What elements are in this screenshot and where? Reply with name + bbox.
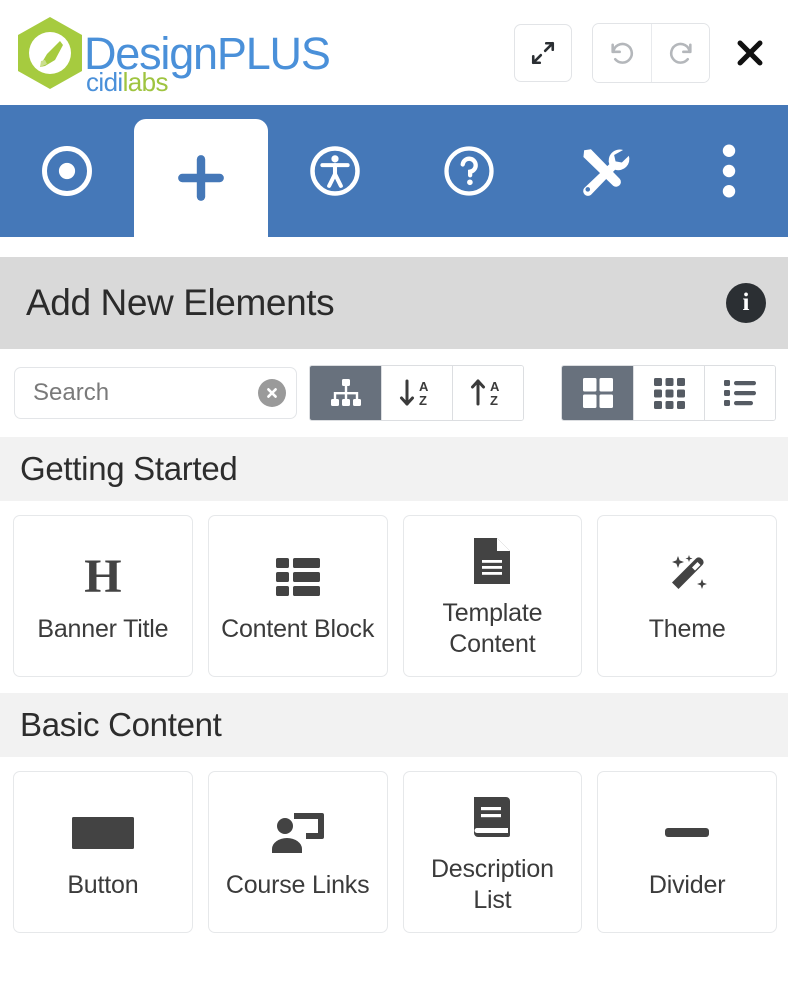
- undo-button[interactable]: [593, 23, 651, 82]
- redo-button[interactable]: [651, 23, 709, 82]
- card-grid-basic-content: Button Course Links Description List Div…: [0, 757, 788, 949]
- info-icon[interactable]: i: [726, 283, 766, 323]
- brand-wordmark: DesignPLUS cidilabs: [84, 29, 331, 95]
- section-title-basic-content: Basic Content: [0, 693, 788, 757]
- element-card-label: Banner Title: [37, 614, 169, 643]
- brand-logo: DesignPLUS cidilabs: [14, 15, 514, 95]
- book-icon: [472, 786, 512, 848]
- tab-target[interactable]: [0, 105, 134, 237]
- element-card-divider[interactable]: Divider: [597, 771, 777, 933]
- plus-icon: [173, 150, 229, 206]
- kebab-menu-icon: [721, 143, 737, 199]
- close-button[interactable]: [730, 25, 770, 81]
- magic-wand-icon: [662, 546, 712, 608]
- list-icon: [724, 380, 756, 406]
- course-links-person-screen-icon: [271, 802, 324, 864]
- element-card-button[interactable]: Button: [13, 771, 193, 933]
- sort-hierarchy-button[interactable]: [310, 366, 381, 420]
- sort-alpha-down-icon: A Z: [398, 377, 436, 409]
- search-input[interactable]: [14, 367, 297, 419]
- element-card-label: Course Links: [225, 870, 370, 899]
- window-controls: [514, 22, 770, 83]
- element-card-label: Divider: [648, 870, 726, 899]
- grid-2x2-icon: [582, 377, 614, 409]
- paintbrush-hexagon-logo-icon: [14, 15, 86, 91]
- grid-3x3-icon: [653, 377, 685, 409]
- element-card-label: Description List: [430, 855, 554, 914]
- heading-h-icon: H: [84, 549, 122, 603]
- section-title-getting-started: Getting Started: [0, 437, 788, 501]
- sort-alpha-up-icon: A Z: [469, 377, 507, 409]
- tab-help[interactable]: [402, 105, 536, 237]
- main-nav-tabs: [0, 105, 788, 237]
- sort-alpha-up-button[interactable]: A Z: [452, 366, 523, 420]
- svg-text:A: A: [419, 379, 429, 394]
- sitemap-icon: [330, 378, 362, 408]
- view-small-grid-button[interactable]: [633, 366, 704, 420]
- tab-tools[interactable]: [536, 105, 670, 237]
- element-card-label: Content Block: [221, 614, 375, 643]
- element-card-label: Theme: [648, 614, 726, 643]
- accessibility-person-icon: [308, 144, 362, 198]
- svg-text:Z: Z: [490, 393, 498, 408]
- brand-subtitle-second: labs: [122, 66, 169, 97]
- svg-text:A: A: [490, 379, 500, 394]
- brand-subtitle: cidilabs: [86, 66, 169, 97]
- expand-arrows-icon: [530, 40, 556, 66]
- view-button-group: [561, 365, 776, 421]
- document-file-icon: [474, 530, 511, 592]
- element-card-template-content[interactable]: Template Content: [402, 515, 583, 677]
- clear-circle-x-icon: [264, 385, 280, 401]
- redo-arrow-icon: [667, 39, 695, 67]
- element-card-course-links[interactable]: Course Links: [207, 771, 388, 933]
- view-list-button[interactable]: [704, 366, 775, 420]
- page-header: Add New Elements i: [0, 257, 788, 349]
- tools-wrench-screwdriver-icon: [574, 142, 632, 200]
- undo-redo-group: [592, 22, 710, 83]
- target-bullseye-icon: [40, 144, 94, 198]
- expand-button[interactable]: [514, 23, 572, 82]
- horizontal-rule-icon: [665, 802, 710, 864]
- tab-accessibility[interactable]: [268, 105, 402, 237]
- tab-add[interactable]: [134, 119, 268, 237]
- app-topbar: DesignPLUS cidilabs: [0, 0, 788, 105]
- element-card-banner-title[interactable]: H Banner Title: [13, 515, 193, 677]
- element-card-theme[interactable]: Theme: [597, 515, 777, 677]
- page-title: Add New Elements: [26, 282, 335, 323]
- svg-text:Z: Z: [419, 393, 427, 408]
- designplus-sidebar-app: DesignPLUS cidilabs Add New Elements i S…: [0, 0, 788, 984]
- content-block-list-icon: [275, 546, 320, 608]
- view-large-grid-button[interactable]: [562, 366, 633, 420]
- tab-more[interactable]: [670, 105, 788, 237]
- card-grid-getting-started: H Banner Title Content Block Template Co…: [0, 501, 788, 693]
- sort-button-group: A Z A Z: [309, 365, 524, 421]
- element-card-label: Button: [67, 870, 139, 899]
- search-field-wrap: [14, 367, 297, 419]
- undo-arrow-icon: [608, 39, 636, 67]
- sort-alpha-down-button[interactable]: A Z: [381, 366, 452, 420]
- button-rectangle-icon: [71, 802, 134, 864]
- element-card-description-list[interactable]: Description List: [402, 771, 583, 933]
- element-card-label: Template Content: [442, 599, 543, 658]
- elements-toolbar: A Z A Z: [0, 349, 788, 437]
- element-card-content-block[interactable]: Content Block: [207, 515, 388, 677]
- clear-search-button[interactable]: [258, 379, 286, 407]
- question-circle-icon: [442, 144, 496, 198]
- close-x-icon: [733, 36, 767, 70]
- brand-subtitle-first: cidi: [86, 66, 123, 97]
